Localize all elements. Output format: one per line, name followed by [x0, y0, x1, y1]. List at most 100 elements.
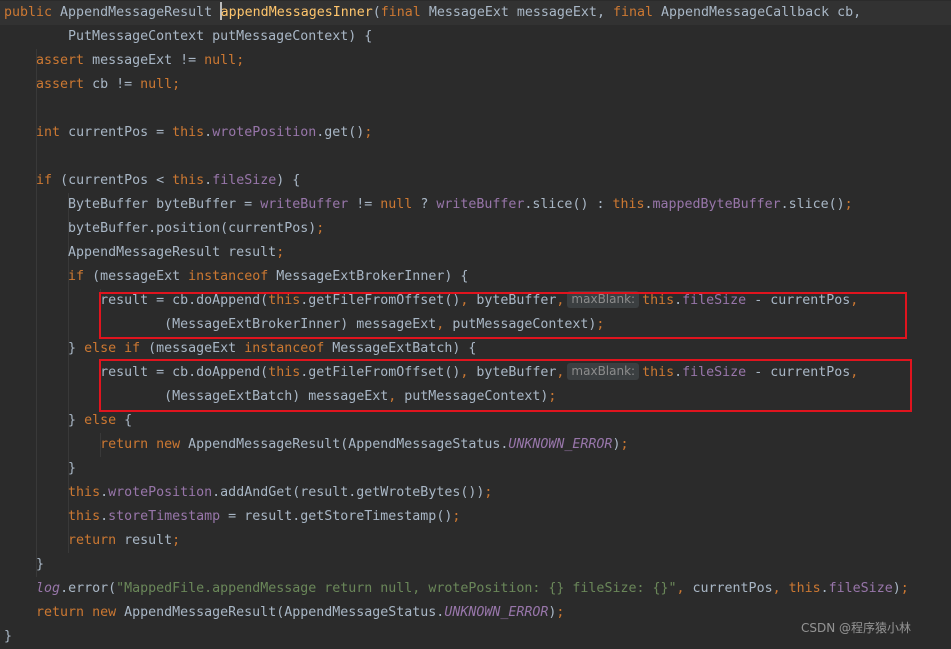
code-token: cb !=	[92, 77, 141, 92]
code-token: .	[204, 125, 213, 140]
code-line[interactable]	[0, 97, 951, 121]
code-token: .	[100, 485, 109, 500]
code-token: ;	[900, 581, 909, 596]
code-token: wrotePosition	[108, 485, 213, 500]
code-token: assert	[36, 53, 93, 68]
code-line[interactable]: PutMessageContext putMessageContext) {	[0, 25, 951, 49]
code-token: final	[612, 5, 661, 20]
code-token: cb,	[837, 5, 862, 20]
code-line[interactable]: }	[0, 553, 951, 577]
code-line[interactable]: int currentPos = this.wrotePosition.get(…	[0, 121, 951, 145]
code-token: .get()	[316, 125, 365, 140]
code-line[interactable]: } else {	[0, 409, 951, 433]
code-token: .	[204, 173, 213, 188]
code-line[interactable]: assert messageExt != null;	[0, 49, 951, 73]
code-token: null	[204, 53, 237, 68]
code-line[interactable]: if (currentPos < this.fileSize) {	[0, 169, 951, 193]
code-token: ;	[172, 77, 181, 92]
code-token: storeTimestamp	[108, 509, 221, 524]
code-token: null	[140, 77, 173, 92]
code-token: this	[612, 197, 645, 212]
code-line[interactable]: return result;	[0, 529, 951, 553]
code-token: currentPos	[684, 581, 773, 596]
code-token: .	[820, 581, 829, 596]
code-token: = result.getStoreTimestamp()	[220, 509, 453, 524]
code-line[interactable]: } else if (messageExt instanceof Message…	[0, 337, 951, 361]
code-token: (currentPos <	[60, 173, 173, 188]
code-token: else	[84, 413, 125, 428]
code-token: "MappedFile.appendMessage return null, w…	[116, 581, 677, 596]
code-token: ByteBuffer byteBuffer =	[4, 197, 261, 212]
code-token: (messageExt	[92, 269, 189, 284]
code-line[interactable]	[0, 145, 951, 169]
code-token: ;	[620, 437, 629, 452]
code-token: if	[68, 269, 93, 284]
code-token: MessageExt messageExt,	[428, 5, 613, 20]
code-token: ;	[172, 533, 181, 548]
code-token: UNKNOWN_ERROR	[444, 605, 549, 620]
code-line[interactable]: public AppendMessageResult appendMessage…	[0, 1, 951, 25]
code-line[interactable]: this.wrotePosition.addAndGet(result.getW…	[0, 481, 951, 505]
code-token: public	[4, 5, 61, 20]
code-token: messageExt !=	[92, 53, 205, 68]
code-token: result	[124, 533, 173, 548]
code-token: writeBuffer	[260, 197, 349, 212]
code-line[interactable]: AppendMessageResult result;	[0, 241, 951, 265]
code-token: MessageExtBrokerInner) {	[276, 269, 469, 284]
code-token: if	[36, 173, 61, 188]
code-token: ;	[484, 485, 493, 500]
code-line[interactable]: ByteBuffer byteBuffer = writeBuffer != n…	[0, 193, 951, 217]
code-token: UNKNOWN_ERROR	[508, 437, 613, 452]
code-token: AppendMessageResult(AppendMessageStatus.	[124, 605, 445, 620]
code-token: fileSize	[828, 581, 893, 596]
code-token: this	[68, 485, 101, 500]
code-token: log	[36, 581, 61, 596]
highlight-box-doAppend-brokerinner-call	[99, 292, 907, 339]
code-token: assert	[36, 77, 93, 92]
code-token: AppendMessageResult result	[4, 245, 277, 260]
code-token: int	[36, 125, 69, 140]
code-token: wrotePosition	[212, 125, 317, 140]
code-line[interactable]: log.error("MappedFile.appendMessage retu…	[0, 577, 951, 601]
code-token: }	[4, 557, 45, 572]
code-token: ,	[772, 581, 781, 596]
code-token: this	[788, 581, 821, 596]
code-token: }	[4, 413, 85, 428]
code-token: ;	[276, 245, 285, 260]
code-line[interactable]: if (messageExt instanceof MessageExtBrok…	[0, 265, 951, 289]
code-line[interactable]: return new AppendMessageResult(AppendMes…	[0, 433, 951, 457]
code-line[interactable]: assert cb != null;	[0, 73, 951, 97]
code-token: }	[4, 461, 77, 476]
code-editor[interactable]: public AppendMessageResult appendMessage…	[0, 0, 951, 644]
code-token: mappedByteBuffer	[652, 197, 781, 212]
code-token: ;	[316, 221, 325, 236]
code-line[interactable]: }	[0, 457, 951, 481]
code-token: {	[124, 413, 133, 428]
code-token: (messageExt	[148, 341, 245, 356]
code-token: AppendMessageResult(AppendMessageStatus.	[188, 437, 509, 452]
code-token: writeBuffer	[436, 197, 525, 212]
code-token: appendMessagesInner	[220, 5, 373, 20]
watermark: CSDN @程序猿小林	[800, 621, 911, 635]
code-token: .	[100, 509, 109, 524]
code-token: .error(	[60, 581, 117, 596]
code-token: instanceof	[244, 341, 333, 356]
code-token: MessageExtBatch) {	[332, 341, 477, 356]
code-token: (	[372, 5, 381, 20]
code-token: !=	[348, 197, 381, 212]
code-token: currentPos =	[68, 125, 173, 140]
code-line[interactable]: byteBuffer.position(currentPos);	[0, 217, 951, 241]
code-token: .slice()	[780, 197, 845, 212]
code-token: final	[380, 5, 429, 20]
code-token: null	[380, 197, 413, 212]
code-token: ;	[452, 509, 461, 524]
code-token: ;	[556, 605, 565, 620]
code-token: ;	[844, 197, 853, 212]
code-line[interactable]: this.storeTimestamp = result.getStoreTim…	[0, 505, 951, 529]
code-token: return	[68, 533, 125, 548]
